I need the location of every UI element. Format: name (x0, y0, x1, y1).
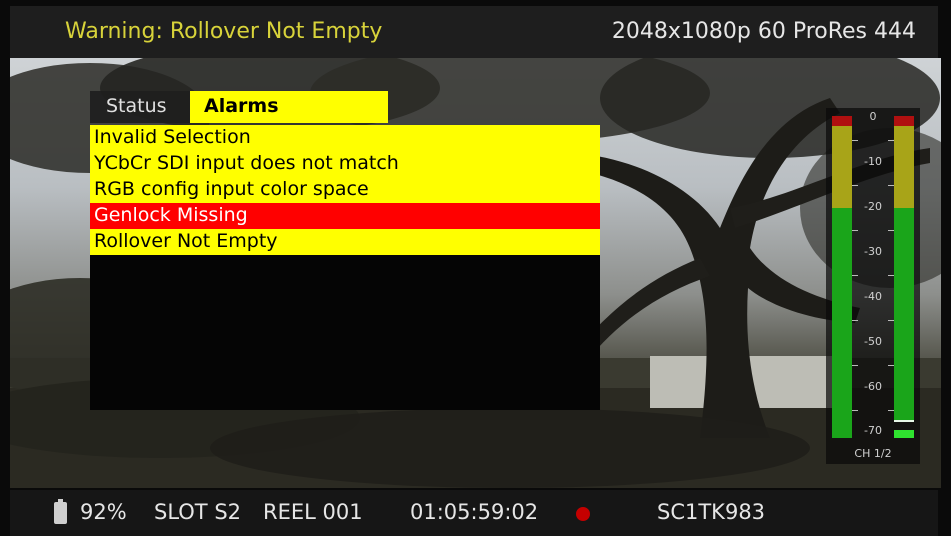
status-footer: 92% SLOT S2 REEL 001 01:05:59:02 SC1TK98… (10, 490, 938, 536)
status-header: Warning: Rollover Not Empty 2048x1080p 6… (10, 6, 938, 58)
tab-alarms[interactable]: Alarms (190, 91, 388, 123)
meter-scale-label: -30 (864, 245, 882, 258)
audio-channel-2-bar (894, 116, 914, 438)
meter-scale-label: -40 (864, 290, 882, 303)
channel-label: CH 1/2 (854, 447, 892, 460)
recording-format: 2048x1080p 60 ProRes 444 (611, 19, 916, 44)
audio-level-meter: 0 -10 -20 -30 -40 -50 -60 -70 CH 1/2 (826, 108, 920, 464)
audio-channel-1-bar (832, 116, 852, 438)
tab-status[interactable]: Status (90, 91, 190, 123)
peak-indicator (832, 116, 852, 126)
battery-level: 92% (80, 500, 127, 524)
alarm-item-ycbcr-mismatch[interactable]: YCbCr SDI input does not match (90, 151, 600, 177)
meter-scale-label: -70 (864, 424, 882, 437)
meter-scale-label: -20 (864, 200, 882, 213)
warning-message: Warning: Rollover Not Empty (65, 19, 383, 44)
meter-scale-label: -50 (864, 335, 882, 348)
alarm-item-rollover-not-empty[interactable]: Rollover Not Empty (90, 229, 600, 255)
recording-dot-icon (576, 507, 590, 521)
clip-name: SC1TK983 (657, 500, 766, 524)
peak-indicator (894, 116, 914, 126)
alarm-item-rgb-color-space[interactable]: RGB config input color space (90, 177, 600, 203)
reel-number: REEL 001 (263, 500, 363, 524)
alarm-item-genlock-missing[interactable]: Genlock Missing (90, 203, 600, 229)
media-slot: SLOT S2 (154, 500, 242, 524)
alarms-panel: Invalid Selection YCbCr SDI input does n… (90, 125, 600, 410)
meter-scale-label: -10 (864, 155, 882, 168)
meter-scale-label: 0 (869, 110, 877, 123)
battery-icon (54, 499, 67, 524)
meter-scale-label: -60 (864, 380, 882, 393)
alarm-item-invalid-selection[interactable]: Invalid Selection (90, 125, 600, 151)
timecode: 01:05:59:02 (410, 500, 539, 524)
